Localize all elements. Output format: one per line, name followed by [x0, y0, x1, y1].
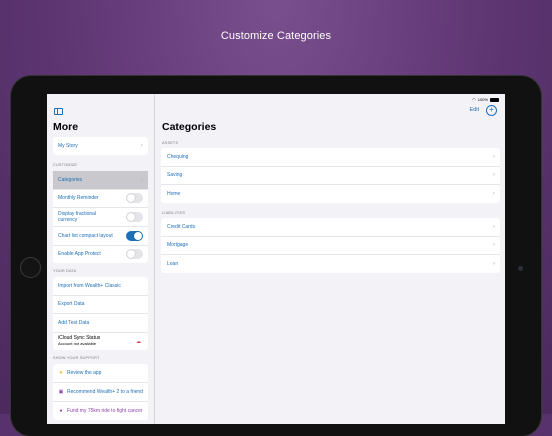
import-label: Import from Wealth+ Classic	[58, 282, 121, 289]
review-label: Review the app	[67, 369, 102, 376]
export-label: Export Data	[58, 301, 85, 308]
add-test-data-row[interactable]: Add Test Data	[53, 314, 148, 333]
gift-icon: ▣	[58, 388, 64, 395]
fractional-currency-toggle[interactable]	[126, 212, 143, 222]
icloud-status-text: iCloud Sync Status Account not available	[58, 335, 100, 347]
monthly-reminder-toggle[interactable]	[126, 193, 143, 204]
cloud-error-icon: ☁	[136, 338, 141, 345]
categories-label: Categories	[58, 176, 83, 183]
chevron-right-icon: ›	[493, 223, 495, 230]
compact-layout-toggle[interactable]	[126, 230, 143, 241]
compact-layout-label: Chart list compact layout	[58, 232, 113, 239]
home-button	[20, 257, 41, 278]
chevron-right-icon: ›	[493, 260, 495, 267]
chevron-right-icon: ›	[141, 176, 143, 183]
add-test-data-label: Add Test Data	[58, 319, 90, 326]
edit-button[interactable]: Edit	[470, 107, 479, 113]
chevron-right-icon: ›	[493, 242, 495, 249]
sidebar-toggle-icon[interactable]	[54, 108, 63, 115]
app-protect-label: Enable App Protect	[58, 251, 101, 258]
support-card: ★ Review the app ▣ Recommend Wealth+ 2 t…	[53, 364, 148, 420]
liabilities-header: LIABILITIES	[162, 211, 186, 215]
chevron-right-icon: ›	[141, 142, 143, 149]
marketing-headline: Customize Categories	[220, 30, 332, 42]
star-icon: ★	[58, 369, 64, 376]
recommend-row[interactable]: ▣ Recommend Wealth+ 2 to a friend	[53, 383, 148, 402]
app-protect-toggle[interactable]	[126, 249, 143, 260]
fund-ride-row[interactable]: ● Fund my 75km ride to fight cancer	[53, 402, 148, 420]
monthly-reminder-row: Monthly Reminder	[53, 190, 148, 208]
my-story-card: My Story ›	[53, 137, 148, 155]
category-label: Loan	[167, 260, 179, 267]
your-data-header: YOUR DATA	[53, 269, 77, 273]
chevron-right-icon: ›	[493, 190, 495, 197]
compact-layout-row: Chart list compact layout	[53, 227, 148, 246]
add-category-button[interactable]: +	[486, 105, 497, 116]
your-data-card: Import from Wealth+ Classic Export Data …	[53, 277, 148, 350]
assets-header: ASSETS	[162, 141, 179, 145]
main-panel: Edit + Categories ASSETS Chequing › Savi…	[155, 94, 505, 424]
fund-ride-label: Fund my 75km ride to fight cancer	[67, 407, 143, 414]
category-label: Credit Cards	[167, 223, 196, 230]
list-item[interactable]: Loan ›	[161, 255, 500, 273]
sidebar: More My Story › CUSTOMIZE Categories › M…	[47, 94, 155, 424]
app-screen: 6:53 PM Sun Aug 29 ◠ 100% More My Story …	[47, 94, 505, 424]
review-row[interactable]: ★ Review the app	[53, 364, 148, 383]
category-label: Saving	[167, 172, 183, 179]
icloud-status-subtitle: Account not available	[58, 341, 97, 346]
ribbon-icon: ●	[59, 407, 63, 414]
list-item[interactable]: Home ›	[161, 185, 500, 203]
app-protect-row: Enable App Protect	[53, 246, 148, 264]
page-title: Categories	[162, 121, 217, 133]
category-label: Home	[167, 190, 181, 197]
liabilities-list: Credit Cards › Mortgage › Loan ›	[161, 218, 500, 273]
import-row[interactable]: Import from Wealth+ Classic	[53, 277, 148, 296]
list-item[interactable]: Saving ›	[161, 167, 500, 185]
camera	[518, 266, 523, 271]
chevron-right-icon: ›	[493, 172, 495, 179]
list-item[interactable]: Chequing ›	[161, 148, 500, 167]
sidebar-title: More	[53, 121, 79, 133]
monthly-reminder-label: Monthly Reminder	[58, 195, 99, 202]
my-story-row[interactable]: My Story ›	[53, 137, 148, 155]
category-label: Mortgage	[167, 242, 189, 249]
category-label: Chequing	[167, 153, 189, 160]
customize-header: CUSTOMIZE	[53, 163, 78, 167]
fractional-currency-label: Display fractional currency	[58, 211, 97, 223]
my-story-label: My Story	[58, 142, 78, 149]
export-row[interactable]: Export Data	[53, 296, 148, 314]
sidebar-item-categories[interactable]: Categories ›	[53, 171, 148, 190]
assets-list: Chequing › Saving › Home ›	[161, 148, 500, 203]
chevron-right-icon: ›	[493, 153, 495, 160]
customize-card: Categories › Monthly Reminder Display fr…	[53, 171, 148, 263]
icloud-status-row: iCloud Sync Status Account not available…	[53, 333, 148, 350]
support-header: SHOW YOUR SUPPORT	[53, 356, 100, 360]
recommend-label: Recommend Wealth+ 2 to a friend	[67, 388, 143, 395]
list-item[interactable]: Mortgage ›	[161, 237, 500, 255]
list-item[interactable]: Credit Cards ›	[161, 218, 500, 237]
fractional-currency-row: Display fractional currency	[53, 208, 148, 227]
